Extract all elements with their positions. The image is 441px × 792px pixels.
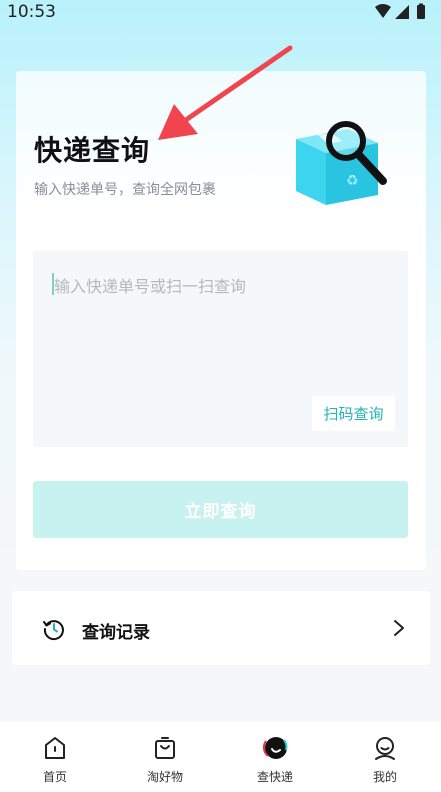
tab-home-label: 首页: [42, 770, 67, 784]
history-clock-icon: [43, 620, 64, 641]
query-history-row[interactable]: 查询记录: [12, 591, 430, 665]
tab-express-label: 查快递: [256, 770, 293, 784]
tab-shop-label: 淘好物: [146, 770, 183, 784]
svg-text:♻: ♻: [346, 173, 359, 189]
wifi-icon: [375, 4, 391, 18]
express-query-icon: [262, 737, 288, 759]
status-bar: 10:53: [0, 0, 441, 26]
profile-icon: [375, 737, 395, 760]
scan-query-button[interactable]: 扫码查询: [312, 396, 395, 431]
input-placeholder: 输入快递单号或扫一扫查询: [54, 277, 247, 296]
signal-icon: [395, 5, 409, 19]
bottom-tab-bar: 首页 淘好物 查快递 我的: [0, 722, 441, 792]
query-history-label: 查询记录: [82, 623, 150, 643]
page-title: 快递查询: [34, 134, 151, 167]
express-query-card: 快递查询 输入快递单号，查询全网包裹 ♻ 输入快递单号或扫一扫查询 扫码查询 立…: [16, 71, 426, 570]
status-time: 10:53: [7, 2, 56, 22]
query-now-button[interactable]: 立即查询: [33, 481, 408, 538]
package-search-icon: ♻: [296, 121, 387, 205]
tab-shop[interactable]: 淘好物: [110, 722, 220, 792]
page-subtitle: 输入快递单号，查询全网包裹: [34, 182, 216, 198]
chevron-right-icon: [394, 620, 404, 636]
status-icons: [375, 3, 425, 19]
tab-profile[interactable]: 我的: [330, 722, 440, 792]
tab-home[interactable]: 首页: [0, 722, 110, 792]
battery-icon: [417, 5, 425, 19]
shopping-bag-icon: [155, 737, 175, 759]
tracking-number-input[interactable]: 输入快递单号或扫一扫查询 扫码查询: [33, 251, 408, 447]
tab-express[interactable]: 查快递: [220, 722, 330, 792]
home-icon: [45, 737, 65, 759]
tab-profile-label: 我的: [372, 770, 397, 784]
